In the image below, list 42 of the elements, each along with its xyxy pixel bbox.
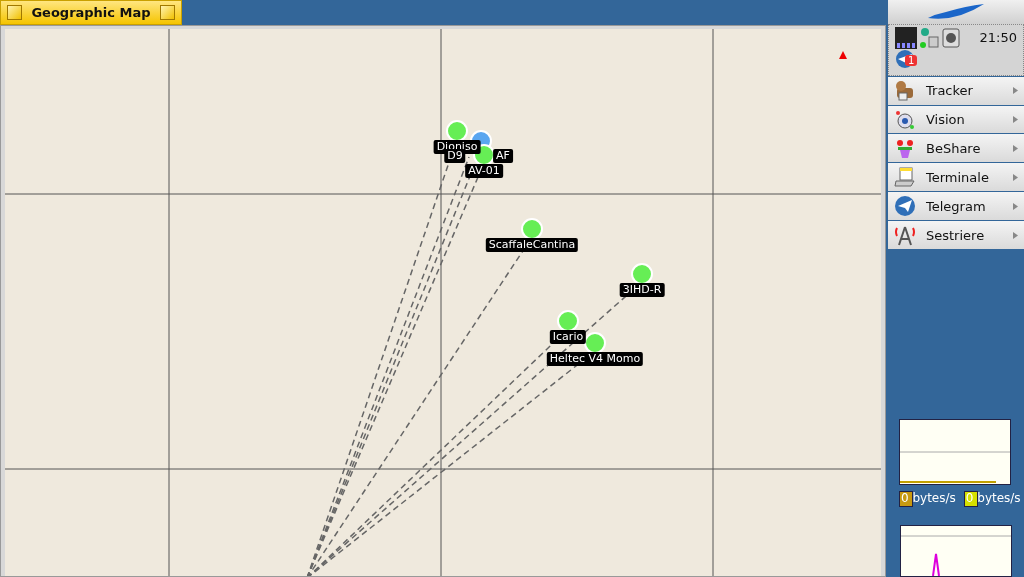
deskbar-item[interactable]: Telegram xyxy=(888,192,1024,221)
node-label: Icario xyxy=(549,330,587,344)
leaf-logo-icon xyxy=(926,1,986,22)
submenu-arrow-icon xyxy=(1013,173,1018,181)
node-label: AV-01 xyxy=(465,164,503,178)
antenna-icon xyxy=(894,224,916,247)
deskbar-item[interactable]: Terminale xyxy=(888,163,1024,192)
legend-label: 0 bytes/s xyxy=(899,490,956,505)
node-marker[interactable] xyxy=(631,263,653,285)
window-tab[interactable]: Geographic Map xyxy=(0,0,182,25)
close-button[interactable] xyxy=(7,5,22,20)
deskbar-item[interactable]: Vision xyxy=(888,105,1024,134)
submenu-arrow-icon xyxy=(1013,202,1018,210)
network-icon xyxy=(919,26,939,49)
node-label: Heltec V4 Momo xyxy=(546,352,644,366)
clock[interactable]: 21:50 xyxy=(979,30,1017,46)
deskbar-item[interactable]: BeShare xyxy=(888,134,1024,163)
submenu-arrow-icon xyxy=(1013,116,1018,124)
submenu-arrow-icon xyxy=(1013,87,1018,95)
deskbar-logo[interactable] xyxy=(888,0,1024,24)
node-label: AF xyxy=(493,149,513,163)
eye-icon xyxy=(894,108,916,131)
node-marker[interactable] xyxy=(557,310,579,332)
deskbar-item[interactable]: Tracker xyxy=(888,76,1024,105)
flower-pot-icon xyxy=(894,137,916,160)
speaker-icon xyxy=(941,26,961,49)
paper-plane-icon xyxy=(894,195,916,218)
computer-icon xyxy=(894,166,916,189)
node-label: 3IHD-R xyxy=(619,283,665,297)
node-marker[interactable] xyxy=(446,120,468,142)
deskbar-item[interactable]: Sestriere xyxy=(888,221,1024,249)
zoom-button[interactable] xyxy=(160,5,175,20)
node-marker[interactable] xyxy=(521,218,543,240)
node-label: ScaffaleCantina xyxy=(485,238,579,252)
cpu-meter-icon xyxy=(895,26,917,49)
notification-badge: 1 xyxy=(905,54,918,66)
legend-label: 0 bytes/s xyxy=(963,490,1021,505)
north-arrow-icon xyxy=(839,51,847,59)
window-title: Geographic Map xyxy=(30,5,152,20)
submenu-arrow-icon xyxy=(1013,231,1018,239)
submenu-arrow-icon xyxy=(1013,144,1018,152)
dog-icon xyxy=(894,79,916,102)
